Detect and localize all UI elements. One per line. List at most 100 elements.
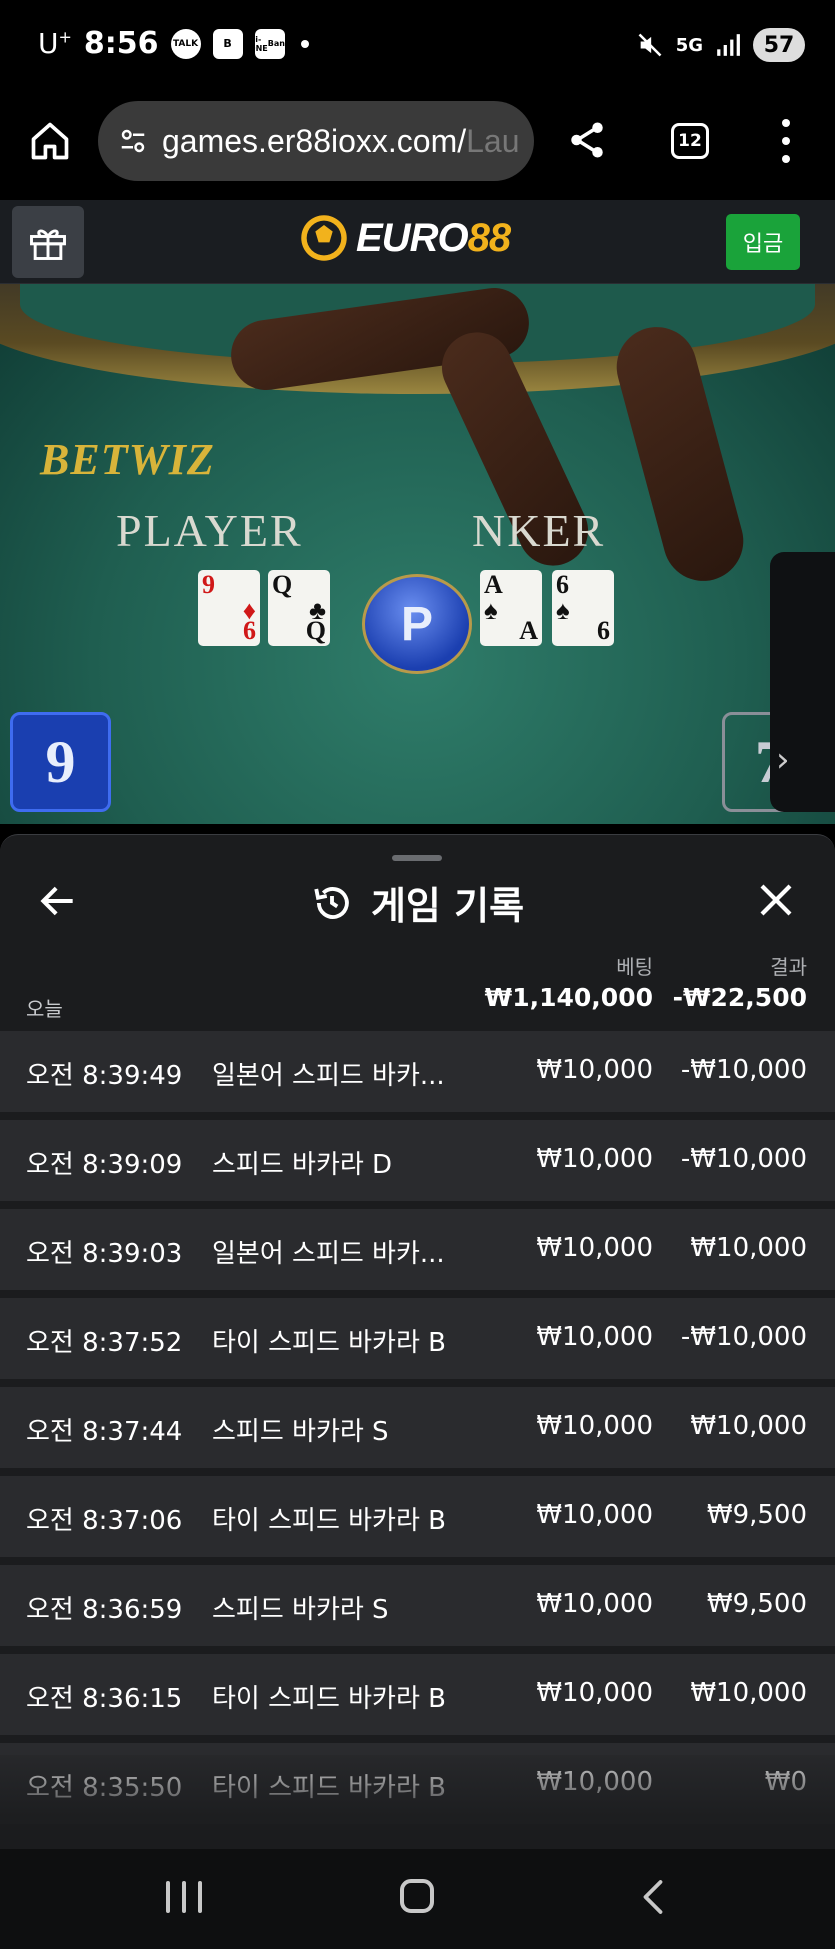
- player-card-2: Q ♣ Q: [268, 570, 330, 646]
- sheet-title: 게임 기록: [370, 884, 525, 928]
- history-row[interactable]: 오전 8:39:09 스피드 바카라 D ₩10,000 -₩10,000: [0, 1120, 835, 1201]
- row-bet: ₩10,000: [536, 1055, 653, 1085]
- euro88-logo[interactable]: EURO88: [298, 212, 511, 264]
- player-win-chip: P: [362, 574, 472, 674]
- share-icon[interactable]: [566, 119, 608, 161]
- row-time: 오전 8:39:49: [26, 1061, 183, 1091]
- row-time: 오전 8:36:59: [26, 1595, 183, 1625]
- banker-label: NKER: [472, 505, 606, 556]
- notification-dot: [300, 39, 309, 48]
- home-nav-icon[interactable]: [400, 1879, 434, 1913]
- row-result: -₩10,000: [680, 1144, 807, 1174]
- sheet-header: 게임 기록: [0, 875, 835, 930]
- status-right: 5G 57: [636, 28, 805, 62]
- history-row[interactable]: 오전 8:36:15 타이 스피드 바카라 B ₩10,000 ₩10,000: [0, 1654, 835, 1735]
- game-history-sheet: 게임 기록 베팅 결과 오늘 ₩1,140,000 -₩22,500 오전 8:…: [0, 834, 835, 1849]
- url-text: games.er88ioxx.com/Lau: [162, 122, 520, 159]
- column-header-bet: 베팅: [616, 955, 653, 979]
- today-label: 오늘: [26, 997, 63, 1021]
- history-row[interactable]: 오전 8:35:50 타이 스피드 바카라 B ₩10,000 ₩0: [0, 1743, 835, 1824]
- clock: 8:56: [83, 26, 159, 61]
- banker-card-1: A ♠ A: [480, 570, 542, 646]
- player-label: PLAYER: [116, 505, 303, 556]
- row-time: 오전 8:39:09: [26, 1150, 183, 1180]
- bank-icon: i-ONE Bank: [249, 28, 290, 59]
- status-bar: U+ 8:56 TALK B i-ONE Bank 5G 57: [0, 0, 835, 95]
- row-time: 오전 8:36:15: [26, 1684, 183, 1714]
- row-time: 오전 8:35:50: [26, 1773, 183, 1803]
- column-header-result: 결과: [770, 955, 807, 979]
- table-brand: BETWIZ: [40, 435, 215, 484]
- home-icon[interactable]: [28, 119, 72, 163]
- row-game: 일본어 스피드 바카...: [212, 1239, 445, 1269]
- row-bet: ₩10,000: [536, 1678, 653, 1708]
- history-row[interactable]: 오전 8:37:06 타이 스피드 바카라 B ₩10,000 ₩9,500: [0, 1476, 835, 1557]
- history-row[interactable]: 오전 8:39:03 일본어 스피드 바카... ₩10,000 ₩10,000: [0, 1209, 835, 1290]
- site-header: EURO88 입금: [0, 200, 835, 284]
- row-result: ₩0: [764, 1767, 807, 1797]
- gift-button[interactable]: [12, 206, 84, 278]
- row-result: -₩10,000: [680, 1322, 807, 1352]
- soccer-ball-icon: [301, 215, 347, 261]
- close-icon[interactable]: [755, 879, 797, 921]
- row-bet: ₩10,000: [536, 1144, 653, 1174]
- row-time: 오전 8:37:06: [26, 1506, 183, 1536]
- row-game: 타이 스피드 바카라 B: [212, 1773, 446, 1803]
- chevron-right-icon[interactable]: ›: [776, 740, 790, 780]
- gift-icon: [30, 229, 66, 260]
- row-game: 타이 스피드 바카라 B: [212, 1684, 446, 1714]
- row-bet: ₩10,000: [536, 1322, 653, 1352]
- row-result: ₩10,000: [690, 1233, 807, 1263]
- row-game: 타이 스피드 바카라 B: [212, 1506, 446, 1536]
- carrier-label: U+: [38, 27, 72, 60]
- tab-switcher-button[interactable]: 12: [671, 123, 709, 159]
- row-result: -₩10,000: [680, 1055, 807, 1085]
- row-game: 타이 스피드 바카라 B: [212, 1328, 446, 1358]
- row-result: ₩9,500: [706, 1500, 807, 1530]
- more-menu-icon[interactable]: [776, 119, 796, 163]
- row-game: 스피드 바카라 S: [212, 1595, 389, 1625]
- site-settings-icon[interactable]: [118, 126, 148, 156]
- battery-indicator: 57: [753, 28, 805, 62]
- row-game: 스피드 바카라 D: [212, 1150, 393, 1180]
- row-result: ₩9,500: [706, 1589, 807, 1619]
- history-icon: [314, 886, 349, 919]
- system-nav-bar: [0, 1849, 835, 1949]
- sheet-drag-handle[interactable]: [392, 855, 442, 861]
- row-bet: ₩10,000: [536, 1233, 653, 1263]
- back-nav-icon[interactable]: [638, 1877, 668, 1917]
- history-row[interactable]: 오전 8:37:44 스피드 바카라 S ₩10,000 ₩10,000: [0, 1387, 835, 1468]
- row-result: ₩10,000: [690, 1411, 807, 1441]
- row-bet: ₩10,000: [536, 1589, 653, 1619]
- history-row[interactable]: 오전 8:37:52 타이 스피드 바카라 B ₩10,000 -₩10,000: [0, 1298, 835, 1379]
- deposit-button[interactable]: 입금: [726, 214, 800, 270]
- row-time: 오전 8:37:44: [26, 1417, 183, 1447]
- player-card-1: 9 ♦ 6: [198, 570, 260, 646]
- banker-card-2: 6 ♠ 6: [552, 570, 614, 646]
- row-bet: ₩10,000: [536, 1500, 653, 1530]
- row-time: 오전 8:39:03: [26, 1239, 183, 1269]
- network-label: 5G: [675, 34, 703, 56]
- browser-toolbar: games.er88ioxx.com/Lau 12: [0, 95, 835, 200]
- history-list: 오전 8:39:49 일본어 스피드 바카... ₩10,000 -₩10,00…: [0, 1031, 835, 1832]
- address-bar[interactable]: games.er88ioxx.com/Lau: [98, 101, 534, 181]
- b-app-icon: B: [212, 28, 243, 59]
- row-time: 오전 8:37:52: [26, 1328, 183, 1358]
- player-score: 9: [10, 712, 111, 812]
- mute-icon: [638, 33, 662, 57]
- history-row[interactable]: 오전 8:36:59 스피드 바카라 S ₩10,000 ₩9,500: [0, 1565, 835, 1646]
- recent-apps-icon[interactable]: [166, 1881, 202, 1917]
- row-bet: ₩10,000: [536, 1767, 653, 1797]
- logo-text: EURO88: [356, 215, 511, 260]
- total-result: -₩22,500: [672, 983, 807, 1012]
- live-game-video[interactable]: BETWIZ PLAYER NKER 9♦6 Q♣Q A♠A 6♠6 P 9 7…: [0, 284, 835, 824]
- signal-icon: [717, 34, 740, 56]
- row-game: 일본어 스피드 바카...: [212, 1061, 445, 1091]
- row-game: 스피드 바카라 S: [212, 1417, 389, 1447]
- status-left: U+ 8:56 TALK B i-ONE Bank: [38, 26, 309, 61]
- talk-icon: TALK: [170, 28, 201, 59]
- row-bet: ₩10,000: [536, 1411, 653, 1441]
- row-result: ₩10,000: [690, 1678, 807, 1708]
- total-bet: ₩1,140,000: [484, 983, 653, 1012]
- history-row[interactable]: 오전 8:39:49 일본어 스피드 바카... ₩10,000 -₩10,00…: [0, 1031, 835, 1112]
